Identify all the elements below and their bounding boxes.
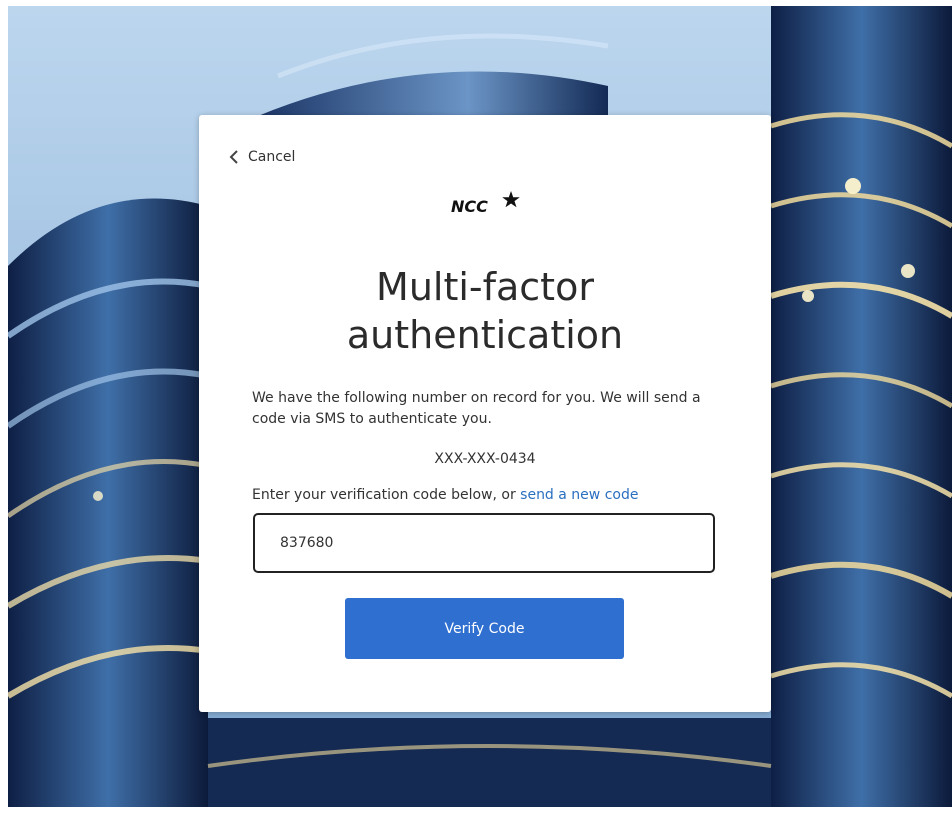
title-line-2: authentication [346, 313, 624, 357]
page: Cancel NCC Multi-factor authentication W… [0, 0, 952, 813]
mfa-dialog: Cancel NCC Multi-factor authentication W… [199, 115, 771, 712]
code-prompt: Enter your verification code below, or s… [252, 487, 638, 503]
ncc-logo: NCC [451, 191, 520, 216]
verification-code-input[interactable] [253, 513, 715, 573]
page-title: Multi-factor authentication [199, 263, 771, 359]
star-icon [502, 191, 520, 208]
send-new-code-link[interactable]: send a new code [520, 487, 638, 503]
title-line-1: Multi-factor [376, 265, 594, 309]
phone-number: XXX-XXX-0434 [434, 451, 536, 467]
chevron-left-icon [229, 150, 238, 164]
cancel-button[interactable]: Cancel [228, 149, 295, 165]
verify-code-button[interactable]: Verify Code [345, 598, 624, 659]
code-prompt-text: Enter your verification code below, or [252, 487, 521, 503]
cancel-label: Cancel [248, 149, 296, 165]
logo-text: NCC [451, 197, 488, 216]
description-text: We have the following number on record f… [252, 390, 701, 427]
